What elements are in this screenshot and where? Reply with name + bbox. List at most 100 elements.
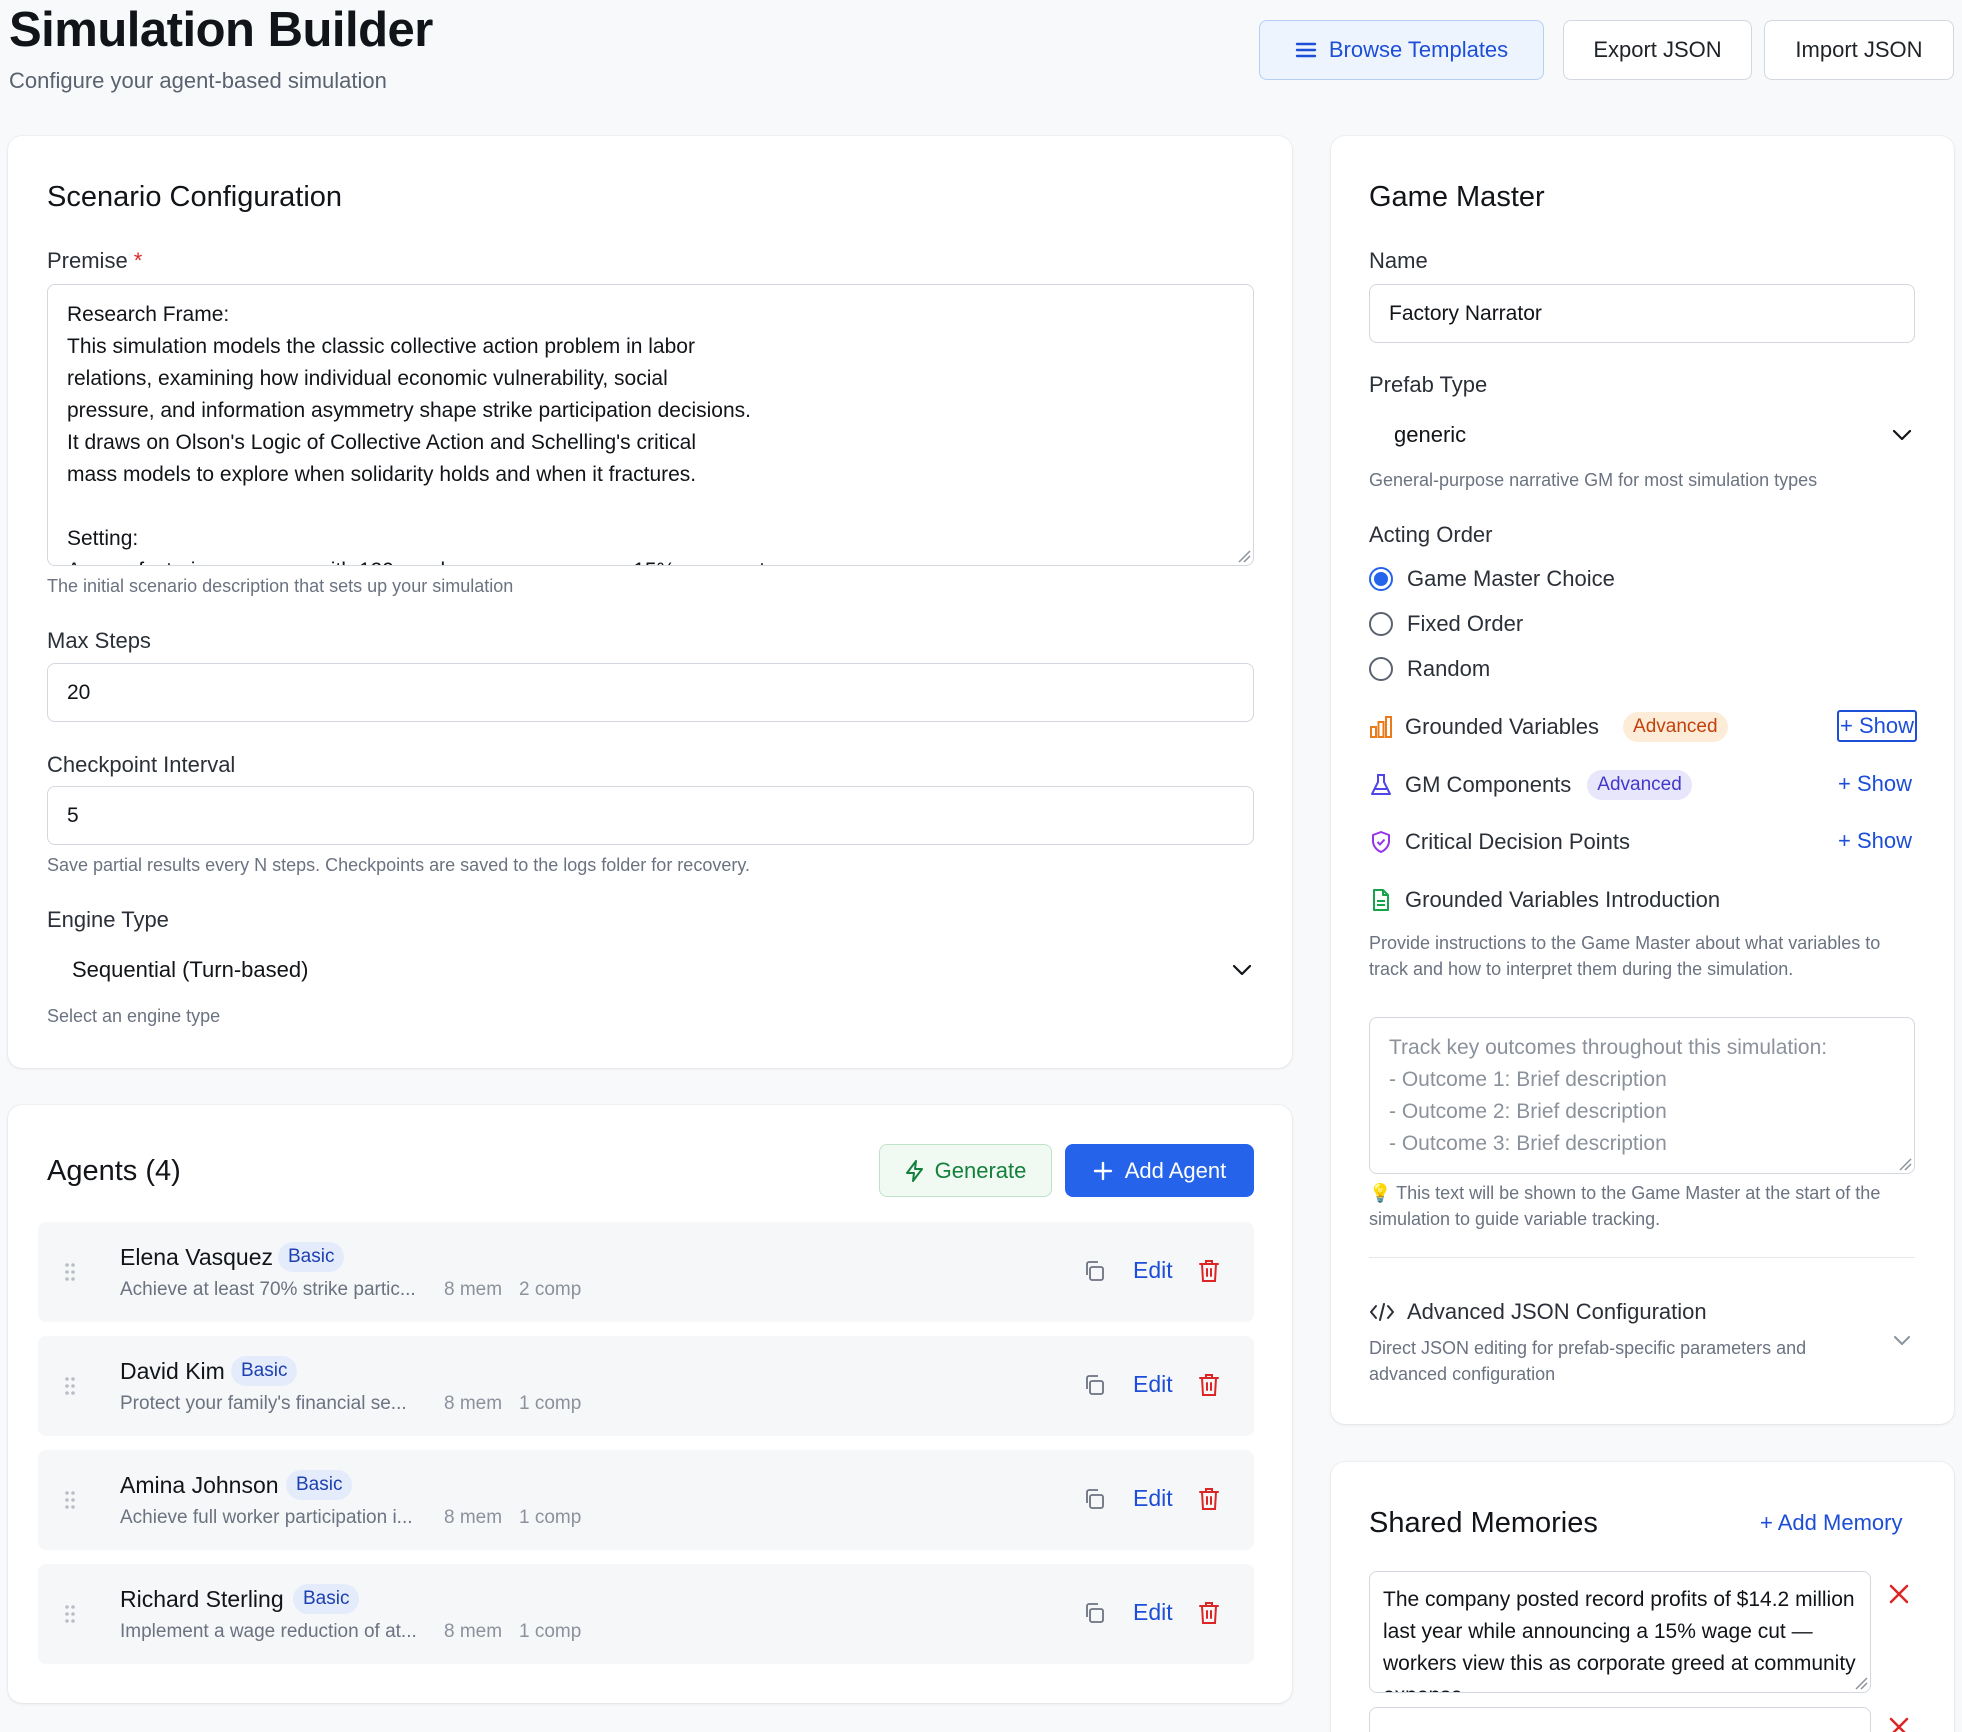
advanced-json-label: Advanced JSON Configuration — [1407, 1299, 1707, 1324]
gm-name-input[interactable]: Factory Narrator — [1369, 284, 1915, 343]
edit-agent-link[interactable]: Edit — [1133, 1485, 1173, 1512]
chevron-down-icon — [1232, 964, 1252, 976]
radio-button[interactable] — [1369, 612, 1393, 636]
advanced-badge: Advanced — [1587, 770, 1692, 800]
gm-components-section: GM Components Advanced — [1369, 768, 1692, 802]
agent-goal: Implement a wage reduction of at... — [120, 1621, 417, 1642]
show-grounded-variables-link[interactable]: + Show — [1837, 710, 1917, 742]
import-json-button[interactable]: Import JSON — [1764, 20, 1954, 80]
grounded-variables-intro-textarea[interactable]: Track key outcomes throughout this simul… — [1369, 1017, 1915, 1174]
agent-row[interactable]: David Kim Basic Protect your family's fi… — [38, 1336, 1254, 1436]
agent-goal: Achieve full worker participation i... — [120, 1507, 413, 1528]
copy-icon — [1086, 1375, 1104, 1395]
add-memory-link[interactable]: + Add Memory — [1760, 1510, 1902, 1536]
generate-label: Generate — [934, 1157, 1027, 1183]
resize-handle-icon[interactable] — [1237, 549, 1251, 563]
browse-templates-button[interactable]: Browse Templates — [1259, 20, 1544, 80]
gm-components-label: GM Components — [1405, 772, 1572, 797]
remove-memory-button[interactable] — [1888, 1716, 1910, 1732]
code-icon — [1370, 1303, 1394, 1321]
lightbulb-icon: 💡 — [1369, 1183, 1392, 1203]
chevron-down-icon[interactable] — [1893, 1335, 1911, 1346]
radio-button[interactable] — [1369, 657, 1393, 681]
export-json-label: Export JSON — [1593, 37, 1722, 62]
copy-icon — [1086, 1489, 1104, 1509]
game-master-title: Game Master — [1369, 181, 1545, 213]
edit-agent-link[interactable]: Edit — [1133, 1257, 1173, 1284]
edit-agent-link[interactable]: Edit — [1133, 1371, 1173, 1398]
memory-textarea[interactable] — [1369, 1707, 1871, 1732]
premise-textarea[interactable]: Research Frame: This simulation models t… — [47, 284, 1254, 566]
radio-random[interactable]: Random — [1369, 656, 1490, 682]
agent-row[interactable]: Elena Vasquez Basic Achieve at least 70%… — [38, 1222, 1254, 1322]
scenario-configuration-title: Scenario Configuration — [47, 181, 343, 213]
drag-handle-icon[interactable] — [64, 1490, 76, 1510]
drag-handle-icon[interactable] — [64, 1604, 76, 1624]
delete-agent-button[interactable] — [1199, 1373, 1219, 1397]
import-json-label: Import JSON — [1795, 37, 1923, 62]
engine-type-help: Select an engine type — [47, 1006, 221, 1026]
drag-handle-icon[interactable] — [64, 1262, 76, 1282]
divider — [1369, 1257, 1915, 1258]
radio-button[interactable] — [1369, 567, 1393, 591]
remove-memory-button[interactable] — [1888, 1583, 1910, 1605]
grounded-variables-intro-help: Provide instructions to the Game Master … — [1369, 933, 1881, 979]
agent-component-count: 1 comp — [519, 1507, 582, 1528]
resize-handle-icon[interactable] — [1898, 1157, 1912, 1171]
duplicate-agent-button[interactable] — [1083, 1488, 1105, 1510]
critical-decision-points-section: Critical Decision Points — [1369, 825, 1630, 859]
chevron-down-icon — [1892, 429, 1912, 441]
grounded-variables-intro-label: Grounded Variables Introduction — [1405, 887, 1721, 912]
tip-text: This text will be shown to the Game Mast… — [1369, 1183, 1881, 1229]
resize-handle-icon[interactable] — [1854, 1676, 1868, 1690]
agent-row[interactable]: Richard Sterling Basic Implement a wage … — [38, 1564, 1254, 1664]
premise-label: Premise * — [47, 248, 142, 274]
edit-agent-link[interactable]: Edit — [1133, 1599, 1173, 1626]
delete-agent-button[interactable] — [1199, 1601, 1219, 1625]
browse-templates-label: Browse Templates — [1328, 37, 1509, 62]
agents-title: Agents (4) — [47, 1155, 181, 1187]
document-icon — [1373, 889, 1389, 911]
radio-label: Fixed Order — [1407, 611, 1524, 636]
radio-game-master-choice[interactable]: Game Master Choice — [1369, 566, 1615, 592]
export-json-button[interactable]: Export JSON — [1563, 20, 1752, 80]
engine-type-label: Engine Type — [47, 907, 169, 932]
advanced-json-help: Direct JSON editing for prefab-specific … — [1369, 1338, 1807, 1384]
checkpoint-interval-label: Checkpoint Interval — [47, 752, 236, 777]
bar-chart-icon — [1370, 716, 1392, 738]
plus-icon — [1093, 1161, 1112, 1180]
scenario-configuration-card — [8, 136, 1292, 1068]
advanced-json-section[interactable]: Advanced JSON Configuration — [1369, 1295, 1707, 1329]
agent-goal: Achieve at least 70% strike partic... — [120, 1279, 416, 1300]
trash-icon — [1199, 1488, 1219, 1510]
duplicate-agent-button[interactable] — [1083, 1602, 1105, 1624]
checkpoint-interval-input[interactable]: 5 — [47, 786, 1254, 845]
agent-badge: Basic — [278, 1242, 345, 1272]
add-agent-label: Add Agent — [1124, 1157, 1227, 1183]
lightning-icon — [905, 1159, 923, 1182]
grounded-variables-label: Grounded Variables — [1405, 714, 1600, 739]
agent-name: Amina Johnson — [120, 1472, 279, 1498]
drag-handle-icon[interactable] — [64, 1376, 76, 1396]
memory-textarea[interactable]: The company posted record profits of $14… — [1369, 1571, 1871, 1693]
agent-memory-count: 8 mem — [444, 1621, 503, 1642]
max-steps-input[interactable]: 20 — [47, 663, 1254, 722]
engine-type-select[interactable]: Sequential (Turn-based) — [72, 953, 1252, 987]
shared-memories-title: Shared Memories — [1369, 1507, 1598, 1539]
delete-agent-button[interactable] — [1199, 1487, 1219, 1511]
generate-button[interactable]: Generate — [879, 1144, 1052, 1197]
delete-agent-button[interactable] — [1199, 1259, 1219, 1283]
advanced-badge: Advanced — [1623, 712, 1728, 742]
prefab-type-label: Prefab Type — [1369, 372, 1488, 397]
show-critical-decision-points-link[interactable]: + Show — [1838, 828, 1912, 854]
radio-fixed-order[interactable]: Fixed Order — [1369, 611, 1523, 637]
agent-goal: Protect your family's financial se... — [120, 1393, 407, 1414]
add-agent-button[interactable]: Add Agent — [1065, 1144, 1254, 1197]
show-gm-components-link[interactable]: + Show — [1838, 771, 1912, 797]
shield-icon — [1372, 831, 1390, 853]
prefab-type-select[interactable]: generic — [1394, 418, 1912, 452]
duplicate-agent-button[interactable] — [1083, 1374, 1105, 1396]
agent-row[interactable]: Amina Johnson Basic Achieve full worker … — [38, 1450, 1254, 1550]
duplicate-agent-button[interactable] — [1083, 1260, 1105, 1282]
agent-memory-count: 8 mem — [444, 1393, 503, 1414]
